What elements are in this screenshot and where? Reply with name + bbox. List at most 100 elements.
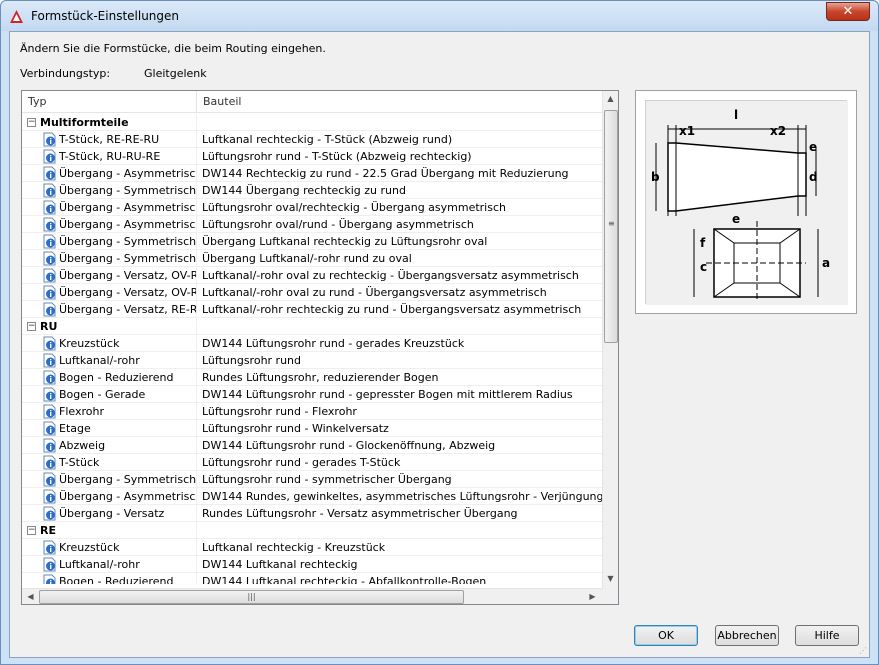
fittings-list[interactable]: Typ Bauteil − Multiformteile T-Stück, RE-R… bbox=[21, 90, 619, 605]
table-row[interactable]: Bogen - Reduzierend DW144 Luftkanal recht… bbox=[22, 573, 602, 584]
typ-text: Luftkanal/-rohr bbox=[59, 354, 140, 367]
table-row[interactable]: Kreuzstück Luftkanal rechteckig - Kreuzst… bbox=[22, 539, 602, 556]
table-row[interactable]: Übergang - Asymmetrisc... Lüftungsrohr ov… bbox=[22, 216, 602, 233]
group-empty-cell bbox=[197, 522, 602, 539]
group-empty-cell bbox=[197, 114, 602, 131]
dialog-client: Ändern Sie die Formstücke, die beim Rout… bbox=[9, 31, 870, 658]
bauteil-cell[interactable]: Übergang Luftkanal/-rohr rund zu oval bbox=[197, 250, 602, 267]
table-row[interactable]: Übergang - Versatz, OV-RU Luftkanal/-rohr… bbox=[22, 284, 602, 301]
table-row[interactable]: T-Stück, RE-RE-RU Luftkanal rechteckig - … bbox=[22, 131, 602, 148]
preview-canvas: l x1 x2 b e d e f c a bbox=[645, 100, 848, 305]
column-header-bauteil[interactable]: Bauteil bbox=[197, 91, 602, 113]
bauteil-cell[interactable]: Lüftungsrohr oval/rund - Übergang asymme… bbox=[197, 216, 602, 233]
table-row[interactable]: T-Stück Lüftungsrohr rund - gerades T-Stü… bbox=[22, 454, 602, 471]
typ-text: Bogen - Gerade bbox=[59, 388, 146, 401]
table-row[interactable]: Bogen - Reduzierend Rundes Lüftungsrohr, … bbox=[22, 369, 602, 386]
column-header-typ[interactable]: Typ bbox=[22, 91, 197, 113]
bauteil-cell[interactable]: Lüftungsrohr rund - T-Stück (Abzweig rec… bbox=[197, 148, 602, 165]
table-row[interactable]: Etage Lüftungsrohr rund - Winkelversatz bbox=[22, 420, 602, 437]
info-document-icon bbox=[43, 183, 57, 198]
bauteil-cell[interactable]: DW144 Lüftungsrohr rund - gepresster Bog… bbox=[197, 386, 602, 403]
table-row[interactable]: Übergang - Symmetrisch,... DW144 Übergang… bbox=[22, 182, 602, 199]
typ-cell: Etage bbox=[22, 420, 197, 437]
info-document-icon bbox=[43, 132, 57, 147]
typ-text: Übergang - Asymmetrisc... bbox=[59, 201, 196, 214]
bauteil-cell[interactable]: Luftkanal rechteckig - Kreuzstück bbox=[197, 539, 602, 556]
table-row[interactable]: Übergang - Asymmetrisc... DW144 Rechtecki… bbox=[22, 165, 602, 182]
bauteil-cell[interactable]: Lüftungsrohr oval/rechteckig - Übergang … bbox=[197, 199, 602, 216]
collapse-icon[interactable]: − bbox=[27, 322, 36, 331]
info-document-icon bbox=[43, 404, 57, 419]
horizontal-scrollbar[interactable]: ◀ ||| ▶ bbox=[22, 588, 602, 604]
table-row[interactable]: Luftkanal/-rohr Lüftungsrohr rund bbox=[22, 352, 602, 369]
close-button[interactable]: ✕ bbox=[826, 2, 870, 21]
cancel-button[interactable]: Abbrechen bbox=[715, 625, 779, 646]
table-row[interactable]: T-Stück, RU-RU-RE Lüftungsrohr rund - T-S… bbox=[22, 148, 602, 165]
info-document-icon bbox=[43, 285, 57, 300]
bauteil-cell[interactable]: DW144 Luftkanal rechteckig - Abfallkontr… bbox=[197, 573, 602, 584]
table-row[interactable]: Kreuzstück DW144 Lüftungsrohr rund - gera… bbox=[22, 335, 602, 352]
bauteil-cell[interactable]: DW144 Rechteckig zu rund - 22.5 Grad Übe… bbox=[197, 165, 602, 182]
label-d: d bbox=[809, 170, 818, 184]
bauteil-cell[interactable]: DW144 Lüftungsrohr rund - gerades Kreuzs… bbox=[197, 335, 602, 352]
vertical-scroll-thumb[interactable]: ≡ bbox=[604, 110, 618, 343]
group-row[interactable]: − RU bbox=[22, 318, 602, 335]
table-row[interactable]: Übergang - Symmetrisch Lüftungsrohr rund … bbox=[22, 471, 602, 488]
resize-grip-icon[interactable]: ⋰ bbox=[859, 646, 867, 655]
table-row[interactable]: Übergang - Asymmetrisc... Lüftungsrohr ov… bbox=[22, 199, 602, 216]
transition-diagram: l x1 x2 b e d e f c a bbox=[646, 101, 848, 305]
bauteil-cell[interactable]: DW144 Lüftungsrohr rund - Glockenöffnung… bbox=[197, 437, 602, 454]
ok-button[interactable]: OK bbox=[634, 625, 698, 646]
typ-cell: Flexrohr bbox=[22, 403, 197, 420]
bauteil-cell[interactable]: Rundes Lüftungsrohr, reduzierender Bogen bbox=[197, 369, 602, 386]
collapse-icon[interactable]: − bbox=[27, 118, 36, 127]
bauteil-cell[interactable]: Lüftungsrohr rund - gerades T-Stück bbox=[197, 454, 602, 471]
table-row[interactable]: Übergang - Versatz Rundes Lüftungsrohr - … bbox=[22, 505, 602, 522]
title-bar[interactable]: Formstück-Einstellungen ✕ bbox=[1, 1, 878, 31]
bauteil-cell[interactable]: Rundes Lüftungsrohr - Versatz asymmetris… bbox=[197, 505, 602, 522]
bauteil-cell[interactable]: Luftkanal/-rohr oval zu rechteckig - Übe… bbox=[197, 267, 602, 284]
label-l: l bbox=[734, 108, 738, 122]
close-icon: ✕ bbox=[842, 4, 854, 19]
autocad-logo-icon bbox=[10, 10, 23, 23]
typ-text: Übergang - Asymmetrisch bbox=[59, 490, 196, 503]
bauteil-cell[interactable]: DW144 Luftkanal rechteckig bbox=[197, 556, 602, 573]
table-row[interactable]: Flexrohr Lüftungsrohr rund - Flexrohr bbox=[22, 403, 602, 420]
typ-text: Übergang - Versatz, RE-RU bbox=[59, 303, 196, 316]
scroll-right-arrow-icon[interactable]: ▶ bbox=[585, 592, 600, 601]
bauteil-cell[interactable]: Lüftungsrohr rund - Flexrohr bbox=[197, 403, 602, 420]
group-row[interactable]: − Multiformteile bbox=[22, 114, 602, 131]
table-row[interactable]: Übergang - Symmetrisch,... Übergang Luftk… bbox=[22, 233, 602, 250]
table-row[interactable]: Bogen - Gerade DW144 Lüftungsrohr rund - … bbox=[22, 386, 602, 403]
bauteil-cell[interactable]: Luftkanal/-rohr oval zu rund - Übergangs… bbox=[197, 284, 602, 301]
help-button[interactable]: Hilfe bbox=[795, 625, 859, 646]
collapse-icon[interactable]: − bbox=[27, 526, 36, 535]
bauteil-cell[interactable]: DW144 Übergang rechteckig zu rund bbox=[197, 182, 602, 199]
scroll-up-arrow-icon[interactable]: ▲ bbox=[603, 94, 618, 103]
vertical-scrollbar[interactable]: ▲ ≡ ▼ bbox=[602, 91, 618, 588]
typ-text: Kreuzstück bbox=[59, 541, 120, 554]
table-row[interactable]: Übergang - Versatz, OV-RE Luftkanal/-rohr… bbox=[22, 267, 602, 284]
table-row[interactable]: Abzweig DW144 Lüftungsrohr rund - Glocken… bbox=[22, 437, 602, 454]
scroll-down-arrow-icon[interactable]: ▼ bbox=[603, 574, 618, 583]
bauteil-cell[interactable]: DW144 Rundes, gewinkeltes, asymmetrische… bbox=[197, 488, 602, 505]
intro-text: Ändern Sie die Formstücke, die beim Rout… bbox=[20, 42, 326, 55]
bauteil-cell[interactable]: Lüftungsrohr rund - Winkelversatz bbox=[197, 420, 602, 437]
table-row[interactable]: Übergang - Asymmetrisch DW144 Rundes, gew… bbox=[22, 488, 602, 505]
bauteil-cell[interactable]: Übergang Luftkanal rechteckig zu Lüftung… bbox=[197, 233, 602, 250]
bauteil-cell[interactable]: Lüftungsrohr rund - symmetrischer Überga… bbox=[197, 471, 602, 488]
table-row[interactable]: Übergang - Symmetrisch,... Übergang Luftk… bbox=[22, 250, 602, 267]
label-c: c bbox=[700, 260, 707, 274]
table-row[interactable]: Übergang - Versatz, RE-RU Luftkanal/-rohr… bbox=[22, 301, 602, 318]
horizontal-scroll-thumb[interactable]: ||| bbox=[39, 590, 464, 604]
list-rows: − Multiformteile T-Stück, RE-RE-RU Luftkana… bbox=[22, 114, 602, 584]
group-cell: − RU bbox=[22, 318, 197, 335]
bauteil-cell[interactable]: Luftkanal/-rohr rechteckig zu rund - Übe… bbox=[197, 301, 602, 318]
bauteil-cell[interactable]: Lüftungsrohr rund bbox=[197, 352, 602, 369]
scroll-left-arrow-icon[interactable]: ◀ bbox=[23, 592, 38, 601]
table-row[interactable]: Luftkanal/-rohr DW144 Luftkanal rechtecki… bbox=[22, 556, 602, 573]
bauteil-cell[interactable]: Luftkanal rechteckig - T-Stück (Abzweig … bbox=[197, 131, 602, 148]
label-x2: x2 bbox=[770, 124, 786, 138]
typ-cell: Übergang - Symmetrisch,... bbox=[22, 233, 197, 250]
group-row[interactable]: − RE bbox=[22, 522, 602, 539]
